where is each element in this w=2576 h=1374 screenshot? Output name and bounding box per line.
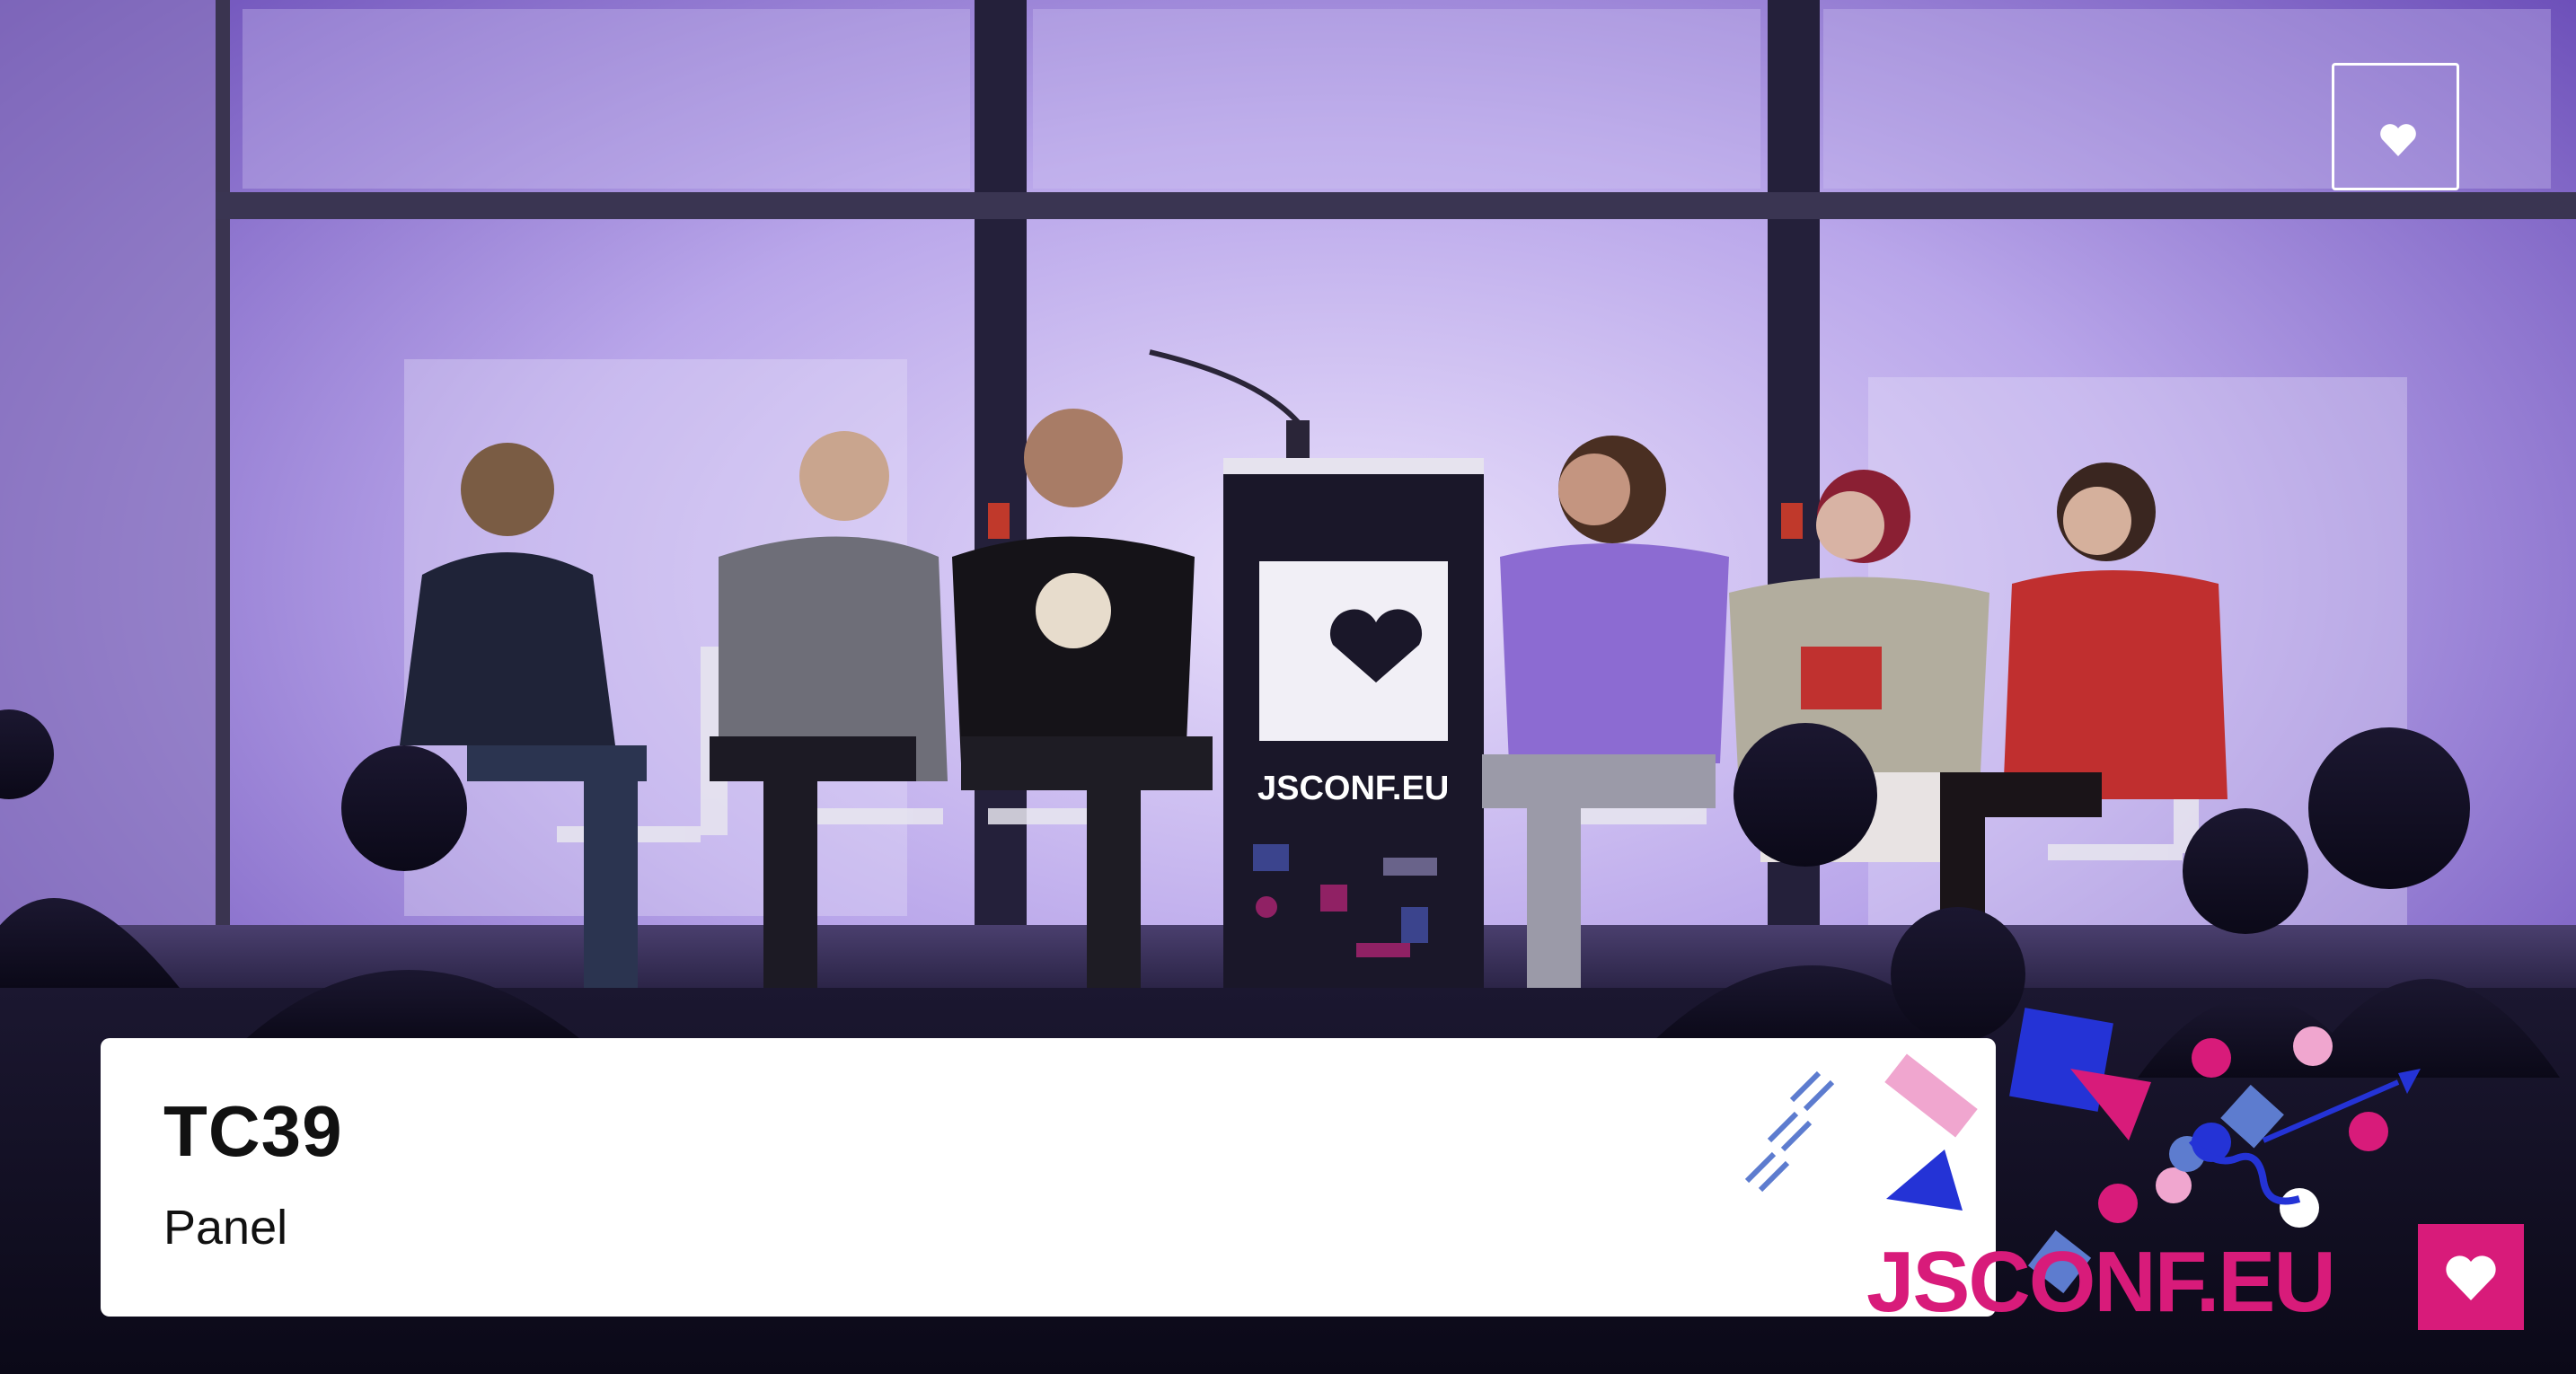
heart-icon (2380, 124, 2416, 156)
talk-subtitle: Panel (163, 1201, 288, 1255)
brand-wordmark: JSCONF.EU (1866, 1234, 2336, 1330)
talk-title: TC39 (163, 1091, 343, 1171)
corner-heart-logo (2332, 63, 2459, 190)
podium-wordmark: JSCONF.EU (1257, 770, 1449, 807)
video-frame: JSCONF.EU TC39 Panel JSCONF.EU (0, 0, 2576, 1374)
heart-icon (2446, 1255, 2496, 1300)
brand-heart-logo (2418, 1224, 2524, 1330)
